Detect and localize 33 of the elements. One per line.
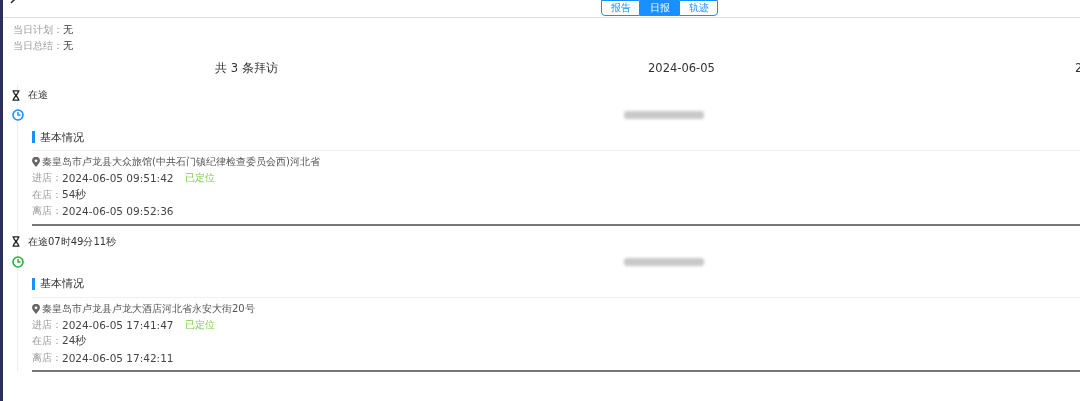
status-text: 已定位	[184, 171, 215, 186]
field-label: 在店：	[32, 187, 62, 202]
date-text: 2024-06-05	[648, 61, 715, 75]
travel-time: 在途	[28, 88, 48, 102]
section-title: 基本情况	[40, 129, 84, 145]
field-label: 当日总结：	[13, 40, 63, 51]
tab[interactable]: 日报	[640, 0, 679, 16]
field-label: 在店：	[32, 334, 62, 349]
field-label: 离店：	[32, 204, 62, 219]
hourglass-icon	[12, 236, 20, 247]
field-value: 2024-06-05 17:42:11	[62, 351, 174, 364]
field-value: 无	[63, 40, 73, 51]
field-value: 2024-06-05 09:52:36	[62, 205, 174, 218]
field-value: 54秒	[62, 187, 87, 202]
location-pin-icon	[32, 157, 40, 167]
field-label: 离店：	[32, 350, 62, 365]
tab[interactable]: 报告	[601, 0, 640, 16]
address-text: 秦皇岛市卢龙县卢龙大酒店河北省永安大街20号	[42, 301, 255, 316]
field-label: 当日计划：	[13, 24, 63, 35]
address-text: 秦皇岛市卢龙县大众旅馆(中共石门镇纪律检查委员会西)河北省	[42, 155, 320, 169]
field-value: 24秒	[62, 334, 87, 349]
visit-count: 共 3 条拜访	[215, 60, 278, 76]
field-label: 进店：	[32, 171, 62, 186]
travel-time: 在途07时49分11秒	[28, 234, 117, 249]
section-title: 基本情况	[40, 276, 84, 291]
field-value: 无	[63, 24, 73, 35]
tab[interactable]: 轨迹	[679, 0, 718, 16]
field-value: 2024-06-05 09:51:42	[62, 172, 174, 185]
field-label: 进店：	[32, 317, 62, 332]
location-pin-icon	[32, 303, 40, 314]
field-value: 2024-06-05 17:41:47	[62, 318, 174, 331]
status-text: 已定位	[184, 317, 215, 332]
hourglass-icon	[12, 89, 20, 101]
